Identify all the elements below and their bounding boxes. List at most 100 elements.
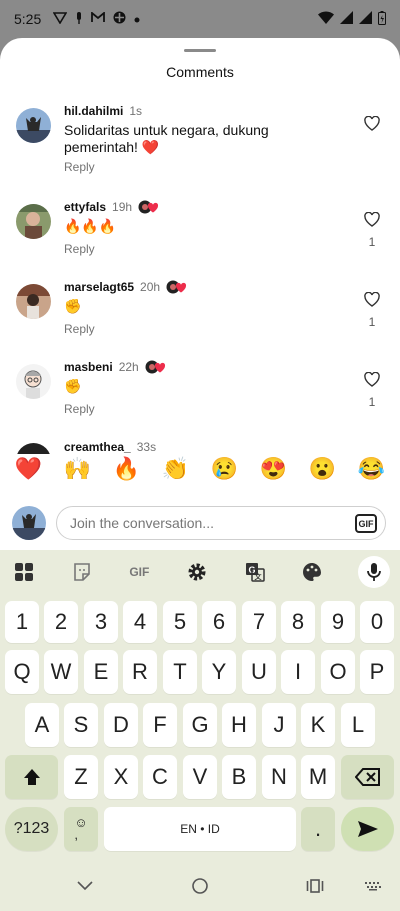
key-j[interactable]: J — [262, 703, 296, 747]
recents-icon[interactable] — [303, 876, 327, 896]
status-time: 5:25 — [14, 11, 42, 27]
home-circle-icon[interactable] — [188, 876, 212, 896]
translate-icon[interactable]: G文 — [243, 560, 267, 584]
key-2[interactable]: 2 — [44, 601, 78, 643]
shift-key[interactable] — [5, 755, 58, 799]
key-o[interactable]: O — [321, 650, 355, 694]
reply-button[interactable]: Reply — [64, 322, 95, 336]
avatar[interactable] — [16, 443, 51, 454]
gear-icon[interactable] — [185, 560, 209, 584]
comment-username[interactable]: creamthea_ — [64, 440, 131, 454]
comment-text: ✊ — [64, 298, 82, 314]
reaction-button[interactable]: 👏 — [162, 456, 189, 482]
key-1[interactable]: 1 — [5, 601, 39, 643]
palette-icon[interactable] — [300, 560, 324, 584]
key-y[interactable]: Y — [202, 650, 236, 694]
key-l[interactable]: L — [341, 703, 375, 747]
key-i[interactable]: I — [281, 650, 315, 694]
key-t[interactable]: T — [163, 650, 197, 694]
like-button[interactable] — [362, 115, 382, 136]
keyboard-gif-button[interactable]: GIF — [127, 560, 151, 584]
key-v[interactable]: V — [183, 755, 217, 799]
comment-username[interactable]: hil.dahilmi — [64, 104, 123, 118]
send-key[interactable] — [341, 807, 394, 851]
avatar[interactable] — [16, 108, 51, 143]
key-r[interactable]: R — [123, 650, 157, 694]
reaction-button[interactable]: 😮 — [309, 456, 336, 482]
key-z[interactable]: Z — [64, 755, 98, 799]
key-d[interactable]: D — [104, 703, 138, 747]
key-s[interactable]: S — [64, 703, 98, 747]
navigation-bar — [0, 861, 400, 911]
like-count: 1 — [368, 315, 376, 329]
key-a[interactable]: A — [25, 703, 59, 747]
reaction-button[interactable]: 😍 — [260, 456, 287, 482]
key-w[interactable]: W — [44, 650, 78, 694]
key-q[interactable]: Q — [5, 650, 39, 694]
apps-grid-icon[interactable] — [12, 560, 36, 584]
key-4[interactable]: 4 — [123, 601, 157, 643]
symbols-key[interactable]: ?123 — [5, 807, 58, 851]
comment-time: 19h — [112, 200, 133, 214]
key-e[interactable]: E — [84, 650, 118, 694]
like-button[interactable] — [362, 211, 382, 232]
comment-item: ettyfals 19h 🔥🔥🔥 Reply 1 — [0, 200, 400, 264]
sheet-title: Comments — [166, 64, 234, 80]
key-b[interactable]: B — [222, 755, 256, 799]
reply-button[interactable]: Reply — [64, 402, 95, 416]
comment-username[interactable]: masbeni — [64, 360, 113, 374]
key-6[interactable]: 6 — [202, 601, 236, 643]
creator-liked-badge-icon — [145, 360, 167, 374]
key-x[interactable]: X — [104, 755, 138, 799]
key-5[interactable]: 5 — [163, 601, 197, 643]
key-7[interactable]: 7 — [242, 601, 276, 643]
like-button[interactable] — [362, 371, 382, 392]
keyboard-switch-icon[interactable] — [361, 876, 385, 896]
key-h[interactable]: H — [222, 703, 256, 747]
key-u[interactable]: U — [242, 650, 276, 694]
avatar[interactable] — [16, 204, 51, 239]
comment-input[interactable]: Join the conversation... GIF — [56, 506, 386, 540]
key-f[interactable]: F — [143, 703, 177, 747]
key-k[interactable]: K — [301, 703, 335, 747]
sticker-icon[interactable] — [70, 560, 94, 584]
key-c[interactable]: C — [143, 755, 177, 799]
gif-button[interactable]: GIF — [355, 514, 377, 533]
shift-icon — [23, 769, 40, 785]
reply-button[interactable]: Reply — [64, 242, 95, 256]
key-g[interactable]: G — [183, 703, 217, 747]
notification-dot-icon — [134, 12, 140, 26]
reaction-button[interactable]: 🙌 — [64, 456, 91, 482]
comment-item: hil.dahilmi 1s Solidaritas untuk negara,… — [0, 104, 400, 186]
drag-handle[interactable] — [184, 49, 216, 52]
microphone-button[interactable] — [357, 556, 390, 588]
backspace-key[interactable] — [341, 755, 394, 799]
key-3[interactable]: 3 — [84, 601, 118, 643]
space-key[interactable]: EN • ID — [104, 807, 296, 851]
like-button[interactable] — [362, 291, 382, 312]
avatar[interactable] — [16, 364, 51, 399]
microphone-icon — [367, 563, 381, 581]
comment-text: 🔥🔥🔥 — [64, 218, 117, 234]
avatar[interactable] — [16, 284, 51, 319]
reply-button[interactable]: Reply — [64, 160, 95, 174]
key-9[interactable]: 9 — [321, 601, 355, 643]
microphone-status-icon — [75, 11, 83, 27]
key-n[interactable]: N — [262, 755, 296, 799]
key-0[interactable]: 0 — [360, 601, 394, 643]
back-chevron-icon[interactable] — [73, 876, 97, 896]
heart-outline-icon — [364, 291, 380, 307]
reaction-button[interactable]: ❤️ — [15, 456, 42, 482]
comment-username[interactable]: marselagt65 — [64, 280, 134, 294]
period-key[interactable]: . — [301, 807, 335, 851]
comment-composer: Join the conversation... GIF — [0, 504, 400, 544]
key-8[interactable]: 8 — [281, 601, 315, 643]
reaction-button[interactable]: 🔥 — [113, 456, 140, 482]
reaction-bar: ❤️ 🙌 🔥 👏 😢 😍 😮 😂 — [0, 456, 400, 482]
key-p[interactable]: P — [360, 650, 394, 694]
reaction-button[interactable]: 😂 — [358, 456, 385, 482]
reaction-button[interactable]: 😢 — [211, 456, 238, 482]
emoji-comma-key[interactable]: ☺ , — [64, 807, 98, 851]
key-m[interactable]: M — [301, 755, 335, 799]
comment-username[interactable]: ettyfals — [64, 200, 106, 214]
